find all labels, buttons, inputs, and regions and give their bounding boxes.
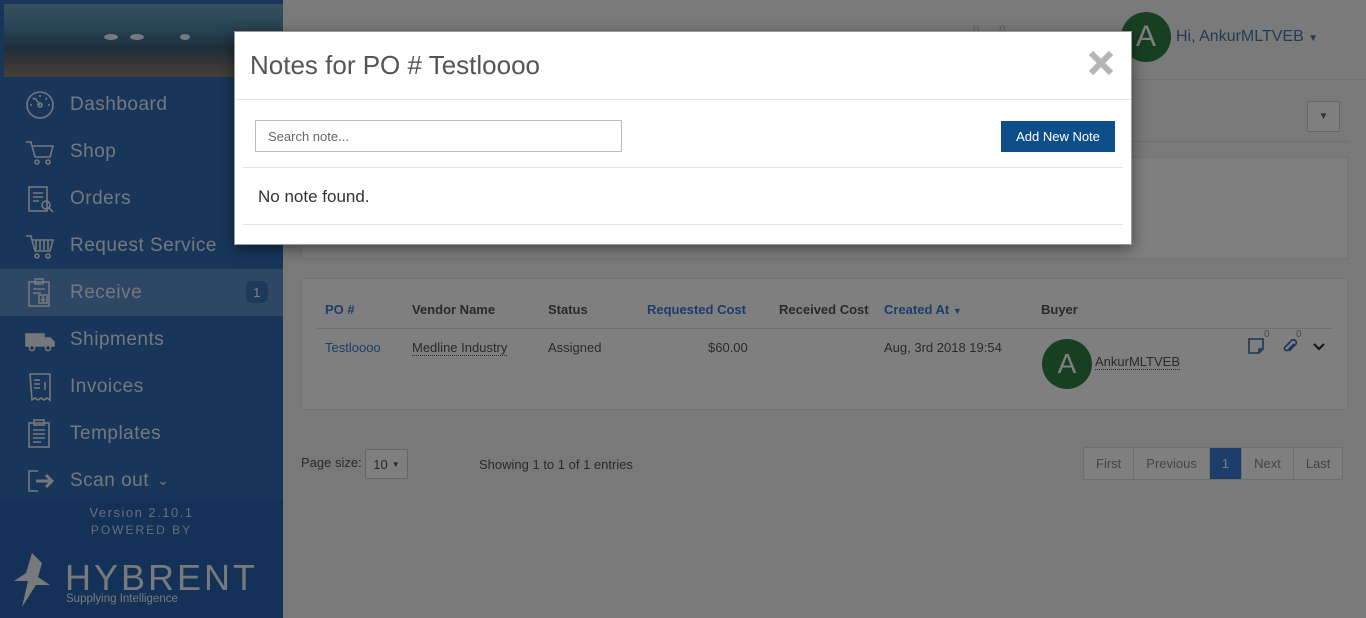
divider [243,167,1123,168]
modal-header: Notes for PO # Testloooo [235,32,1131,100]
empty-notes-message: No note found. [258,187,370,206]
close-icon[interactable] [1086,48,1116,78]
divider [243,224,1123,225]
modal-title: Notes for PO # Testloooo [250,50,541,80]
add-new-note-button[interactable]: Add New Note [1001,121,1115,152]
search-note-input[interactable] [255,120,622,152]
notes-modal: Notes for PO # Testloooo Add New Note No… [234,31,1132,245]
